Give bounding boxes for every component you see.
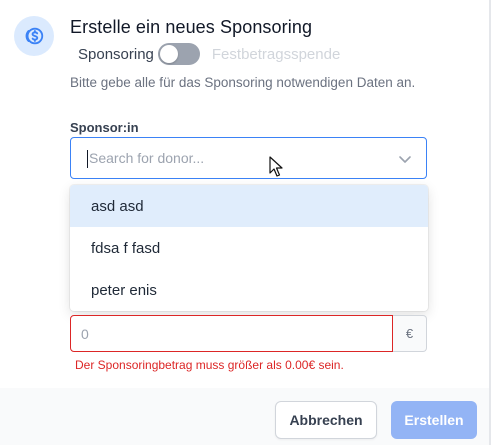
currency-addon: € (393, 315, 427, 352)
dialog-title: Erstelle ein neues Sponsoring (70, 17, 313, 37)
amount-input[interactable] (81, 316, 381, 351)
sponsoring-dialog: Erstelle ein neues Sponsoring Sponsoring… (0, 0, 491, 445)
sponsor-option[interactable]: peter enis (70, 269, 428, 311)
sponsor-field-label: Sponsor:in (70, 120, 139, 135)
sponsoring-type-switch: Sponsoring Festbetragsspende (78, 43, 340, 65)
amount-error-message: Der Sponsoringbetrag muss größer als 0.0… (75, 358, 344, 372)
mouse-cursor-icon (269, 156, 283, 177)
toggle-knob (159, 45, 178, 63)
cancel-button[interactable]: Abbrechen (275, 401, 377, 439)
amount-field[interactable] (70, 315, 393, 352)
sponsor-search-input[interactable] (89, 138, 389, 178)
sponsor-search-field[interactable] (70, 137, 427, 179)
create-button[interactable]: Erstellen (391, 401, 477, 439)
dialog-subtitle: Bitte gebe alle für das Sponsoring notwe… (70, 75, 416, 90)
text-caret (87, 150, 88, 168)
toggle-label-festbetragsspende[interactable]: Festbetragsspende (212, 46, 340, 63)
sponsor-option[interactable]: asd asd (70, 185, 428, 227)
sponsor-option[interactable]: fdsa f fasd (70, 227, 428, 269)
toggle-label-sponsoring[interactable]: Sponsoring (78, 46, 154, 63)
sponsor-options-list: asd asd fdsa f fasd peter enis (70, 185, 428, 311)
chevron-down-icon[interactable] (398, 152, 412, 166)
sponsoring-type-toggle[interactable] (157, 43, 200, 65)
dollar-coin-icon (14, 16, 54, 56)
